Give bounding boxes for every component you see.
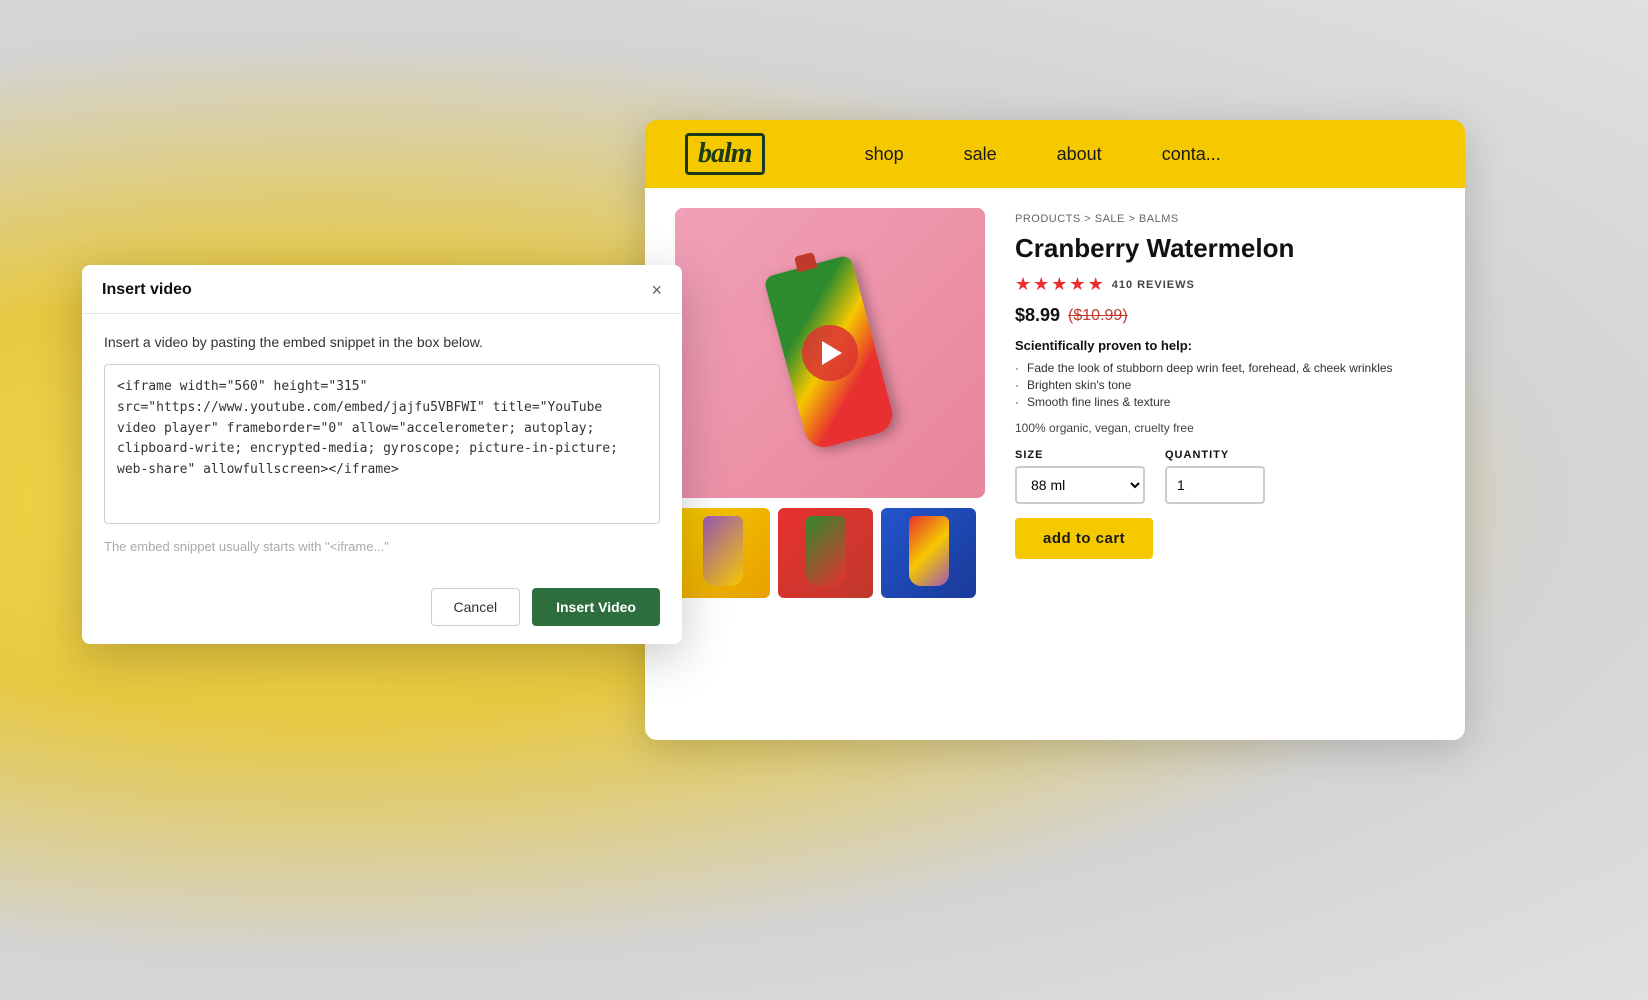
size-group: SIZE 88 ml 44 ml 176 ml — [1015, 449, 1145, 504]
thumbnail-2[interactable] — [778, 508, 873, 598]
thumbnail-1[interactable] — [675, 508, 770, 598]
price-row: $8.99 ($10.99) — [1015, 305, 1435, 326]
add-to-cart-button[interactable]: add to cart — [1015, 518, 1153, 559]
star-5: ★ — [1088, 274, 1104, 295]
insert-video-dialog: Insert video × Insert a video by pasting… — [82, 265, 682, 644]
browser-window: balm shop sale about conta... — [645, 120, 1465, 740]
thumbnail-3[interactable] — [881, 508, 976, 598]
nav-links: shop sale about conta... — [865, 144, 1221, 165]
organic-text: 100% organic, vegan, cruelty free — [1015, 421, 1435, 435]
benefit-1: Fade the look of stubborn deep wrin feet… — [1015, 361, 1435, 375]
options-row: SIZE 88 ml 44 ml 176 ml QUANTITY — [1015, 449, 1435, 504]
rating-row: ★ ★ ★ ★ ★ 410 REVIEWS — [1015, 274, 1435, 295]
product-title: Cranberry Watermelon — [1015, 233, 1435, 264]
thumb-tube-blue — [909, 516, 949, 586]
nav-shop[interactable]: shop — [865, 144, 904, 165]
price-original: ($10.99) — [1068, 307, 1128, 325]
dialog-footer: Cancel Insert Video — [82, 574, 682, 644]
star-1: ★ — [1015, 274, 1031, 295]
benefit-2: Brighten skin's tone — [1015, 378, 1435, 392]
insert-video-button[interactable]: Insert Video — [532, 588, 660, 626]
size-select[interactable]: 88 ml 44 ml 176 ml — [1015, 466, 1145, 504]
nav-sale[interactable]: sale — [964, 144, 997, 165]
cancel-button[interactable]: Cancel — [431, 588, 521, 626]
dialog-title: Insert video — [102, 281, 192, 299]
product-placeholder — [675, 208, 985, 498]
breadcrumb: PRODUCTS > SALE > BALMS — [1015, 213, 1435, 225]
star-3: ★ — [1051, 274, 1067, 295]
quantity-input[interactable] — [1165, 466, 1265, 504]
main-product-image — [675, 208, 985, 498]
product-area: PRODUCTS > SALE > BALMS Cranberry Waterm… — [645, 188, 1465, 740]
benefit-3: Smooth fine lines & texture — [1015, 395, 1435, 409]
store-navbar: balm shop sale about conta... — [645, 120, 1465, 188]
dialog-body: Insert a video by pasting the embed snip… — [82, 314, 682, 574]
play-button[interactable] — [802, 325, 858, 381]
star-4: ★ — [1069, 274, 1085, 295]
quantity-group: QUANTITY — [1165, 449, 1265, 504]
star-2: ★ — [1033, 274, 1049, 295]
embed-code-textarea[interactable] — [104, 364, 660, 524]
play-icon — [822, 341, 842, 365]
dialog-description: Insert a video by pasting the embed snip… — [104, 334, 660, 350]
thumb-tube-yellow — [703, 516, 743, 586]
quantity-label: QUANTITY — [1165, 449, 1265, 461]
size-label: SIZE — [1015, 449, 1145, 461]
price-current: $8.99 — [1015, 305, 1060, 326]
nav-contact[interactable]: conta... — [1162, 144, 1221, 165]
star-rating: ★ ★ ★ ★ ★ — [1015, 274, 1104, 295]
product-claim: Scientifically proven to help: — [1015, 338, 1435, 353]
thumb-tube-red — [806, 516, 846, 586]
product-images — [675, 208, 985, 720]
thumbnail-row — [675, 508, 985, 598]
review-count[interactable]: 410 REVIEWS — [1112, 279, 1195, 291]
nav-about[interactable]: about — [1057, 144, 1102, 165]
product-info: PRODUCTS > SALE > BALMS Cranberry Waterm… — [1015, 208, 1435, 720]
benefits-list: Fade the look of stubborn deep wrin feet… — [1015, 361, 1435, 409]
embed-hint: The embed snippet usually starts with "<… — [104, 539, 660, 554]
store-logo[interactable]: balm — [685, 133, 765, 175]
dialog-header: Insert video × — [82, 265, 682, 314]
dialog-close-button[interactable]: × — [651, 281, 662, 299]
